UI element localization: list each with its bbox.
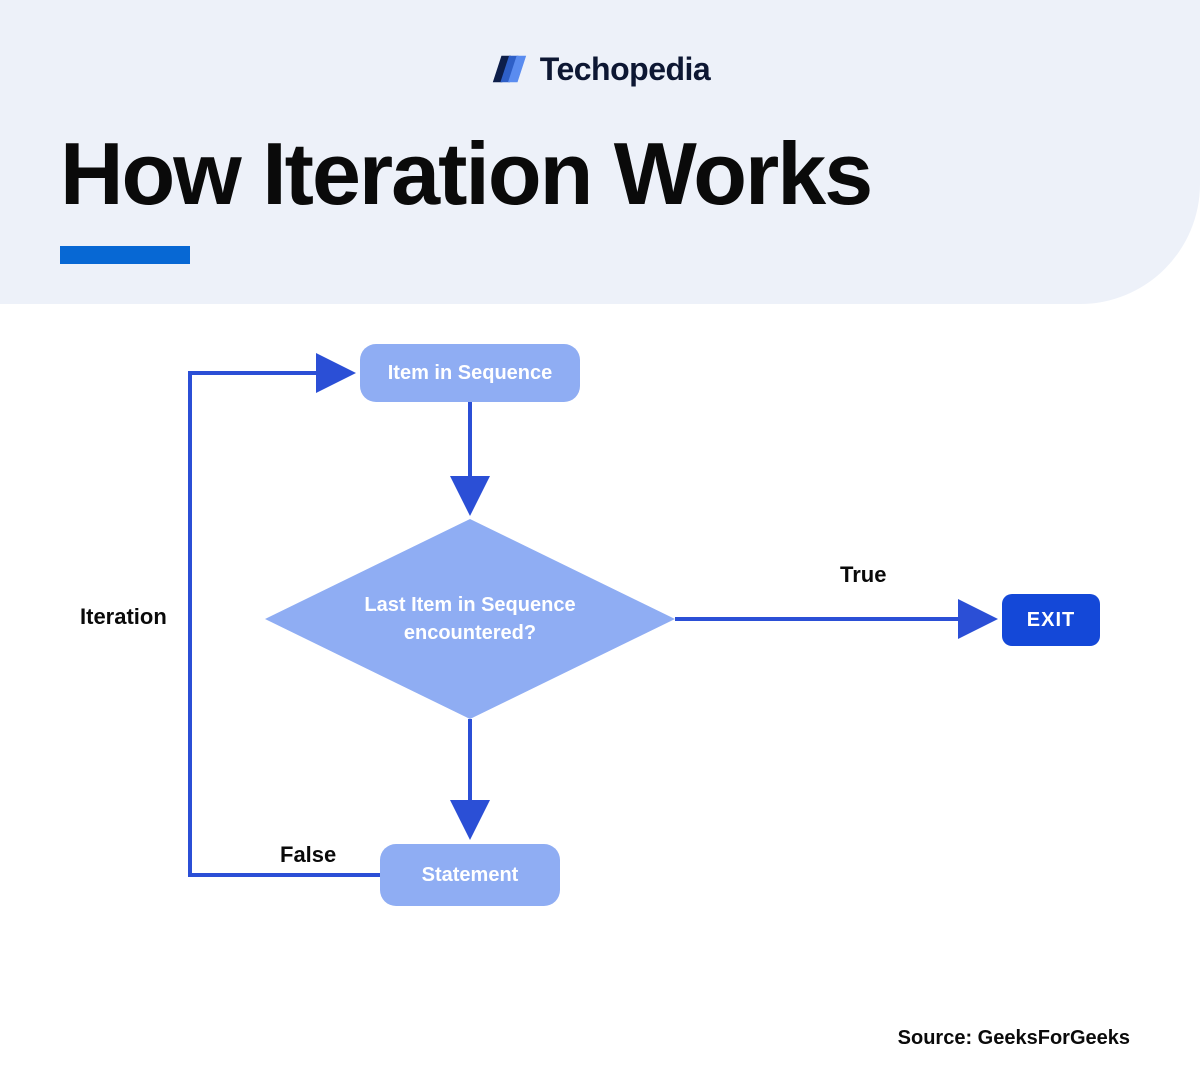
node-item-in-sequence: Item in Sequence <box>360 344 580 402</box>
brand-name: Techopedia <box>540 51 710 88</box>
node-label: Statement <box>422 864 519 887</box>
brand-logo: Techopedia <box>60 50 1140 88</box>
node-decision: Last Item in Sequence encountered? <box>265 519 675 719</box>
source-attribution: Source: GeeksForGeeks <box>898 1027 1130 1050</box>
node-label: EXIT <box>1027 609 1075 632</box>
node-statement: Statement <box>380 844 560 906</box>
edge-label-iteration: Iteration <box>80 604 167 630</box>
edge-label-true: True <box>840 562 886 588</box>
node-label: Last Item in Sequence encountered? <box>265 591 675 647</box>
page-title: How Iteration Works <box>60 128 1140 220</box>
title-underline <box>60 246 190 264</box>
node-exit: EXIT <box>1002 594 1100 646</box>
edge-label-false: False <box>280 842 336 868</box>
techopedia-logo-icon <box>490 50 528 88</box>
flowchart-diagram: Item in Sequence Last Item in Sequence e… <box>0 304 1200 964</box>
node-label: Item in Sequence <box>388 362 553 385</box>
header: Techopedia How Iteration Works <box>0 0 1200 304</box>
